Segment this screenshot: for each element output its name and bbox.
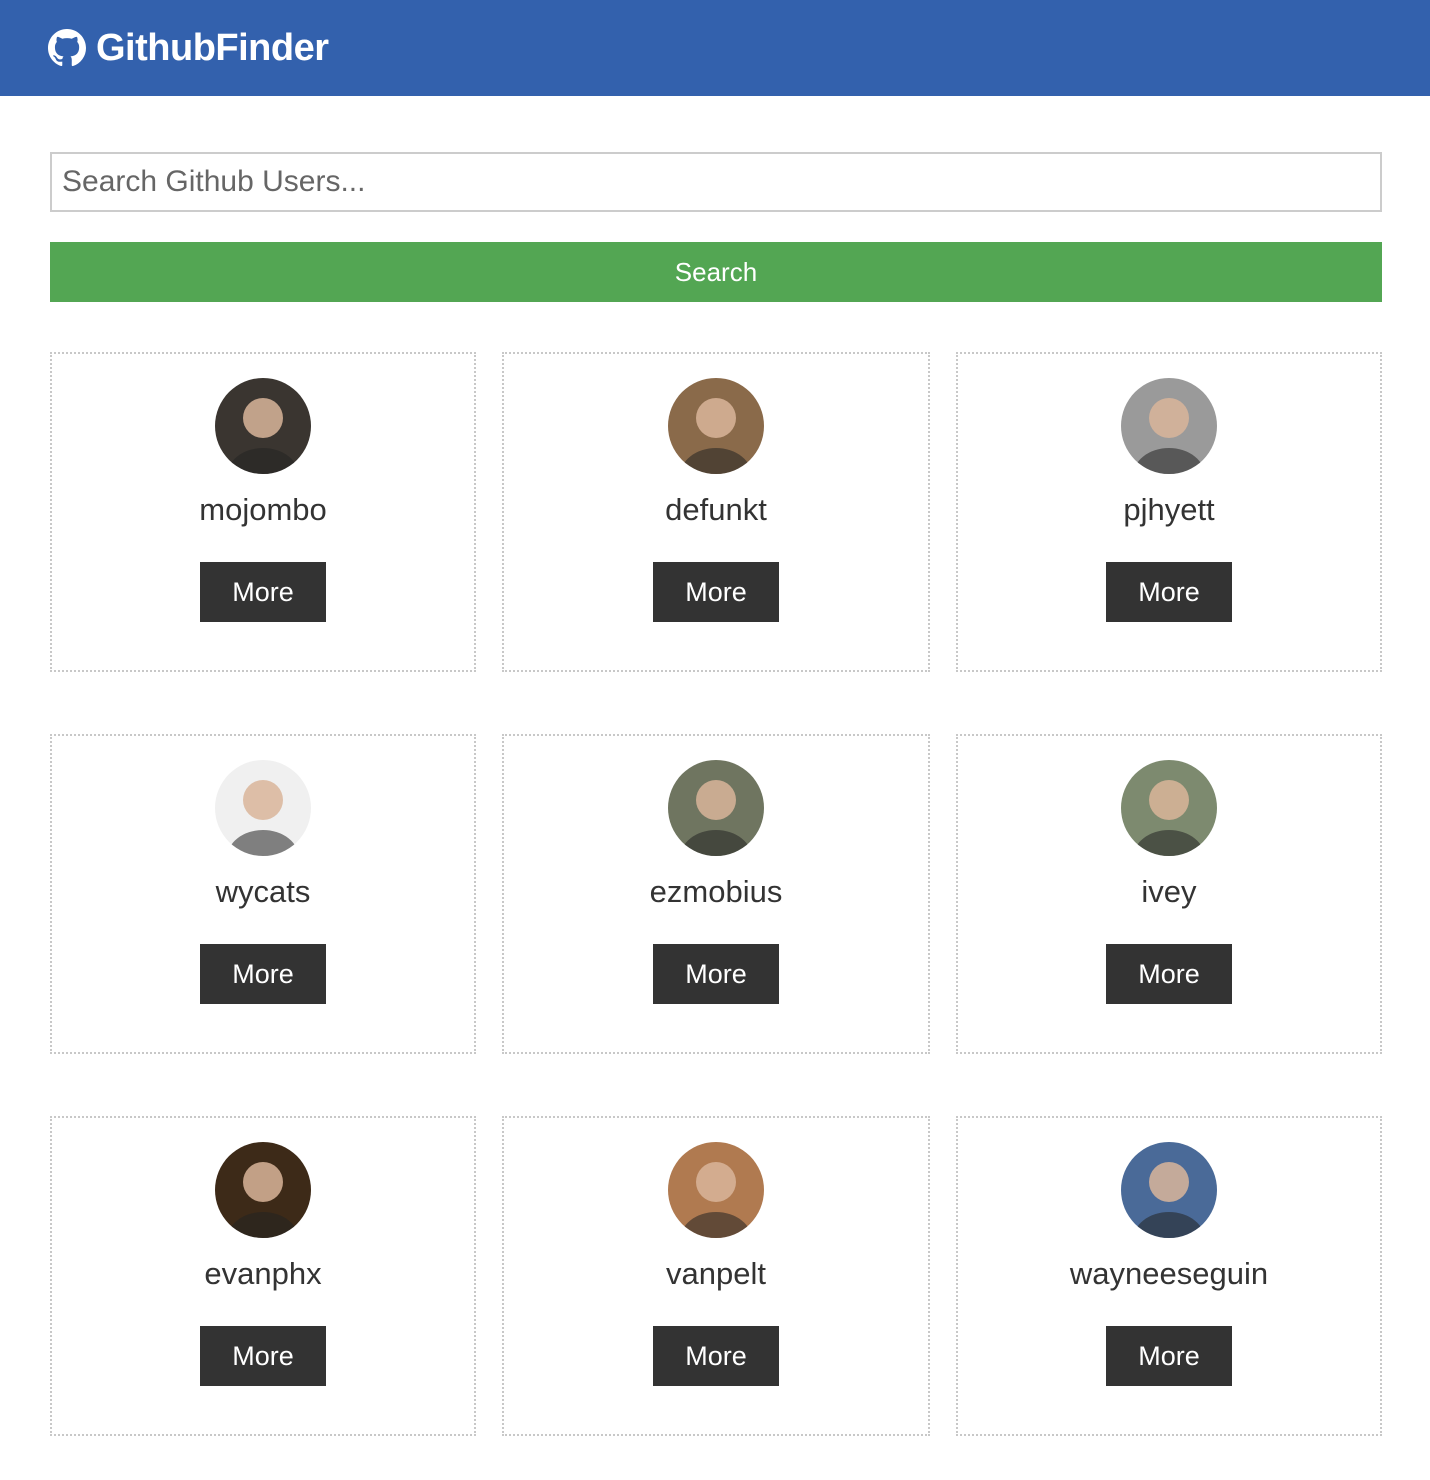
avatar bbox=[215, 378, 311, 474]
avatar bbox=[668, 760, 764, 856]
user-card: mojombo More bbox=[50, 352, 476, 672]
navbar: GithubFinder bbox=[0, 0, 1430, 96]
brand[interactable]: GithubFinder bbox=[48, 27, 329, 70]
more-button[interactable]: More bbox=[1106, 562, 1232, 622]
search-input[interactable] bbox=[50, 152, 1382, 212]
username: defunkt bbox=[665, 492, 767, 527]
user-card: wayneeseguin More bbox=[956, 1116, 1382, 1436]
main-container: Search mojombo More defunkt More pjhyett More… bbox=[0, 96, 1430, 1436]
user-grid: mojombo More defunkt More pjhyett More wycats M… bbox=[50, 352, 1382, 1436]
more-button[interactable]: More bbox=[200, 1326, 326, 1386]
user-card: evanphx More bbox=[50, 1116, 476, 1436]
more-button[interactable]: More bbox=[200, 944, 326, 1004]
username: ivey bbox=[1141, 874, 1197, 909]
search-button[interactable]: Search bbox=[50, 242, 1382, 302]
user-card: ivey More bbox=[956, 734, 1382, 1054]
more-button[interactable]: More bbox=[653, 944, 779, 1004]
username: wayneeseguin bbox=[1069, 1256, 1269, 1291]
user-card: ezmobius More bbox=[502, 734, 930, 1054]
username: wycats bbox=[215, 874, 311, 909]
avatar bbox=[1121, 760, 1217, 856]
username: mojombo bbox=[199, 492, 327, 527]
more-button[interactable]: More bbox=[653, 562, 779, 622]
user-card: wycats More bbox=[50, 734, 476, 1054]
more-button[interactable]: More bbox=[200, 562, 326, 622]
avatar bbox=[668, 378, 764, 474]
username: ezmobius bbox=[649, 874, 783, 909]
avatar bbox=[215, 760, 311, 856]
avatar bbox=[1121, 1142, 1217, 1238]
more-button[interactable]: More bbox=[1106, 1326, 1232, 1386]
username: vanpelt bbox=[666, 1256, 766, 1291]
github-icon bbox=[48, 29, 86, 67]
app-title: GithubFinder bbox=[96, 26, 329, 69]
user-card: pjhyett More bbox=[956, 352, 1382, 672]
avatar bbox=[1121, 378, 1217, 474]
more-button[interactable]: More bbox=[653, 1326, 779, 1386]
user-card: defunkt More bbox=[502, 352, 930, 672]
username: pjhyett bbox=[1123, 492, 1215, 527]
more-button[interactable]: More bbox=[1106, 944, 1232, 1004]
user-card: vanpelt More bbox=[502, 1116, 930, 1436]
avatar bbox=[668, 1142, 764, 1238]
username: evanphx bbox=[204, 1256, 322, 1291]
avatar bbox=[215, 1142, 311, 1238]
